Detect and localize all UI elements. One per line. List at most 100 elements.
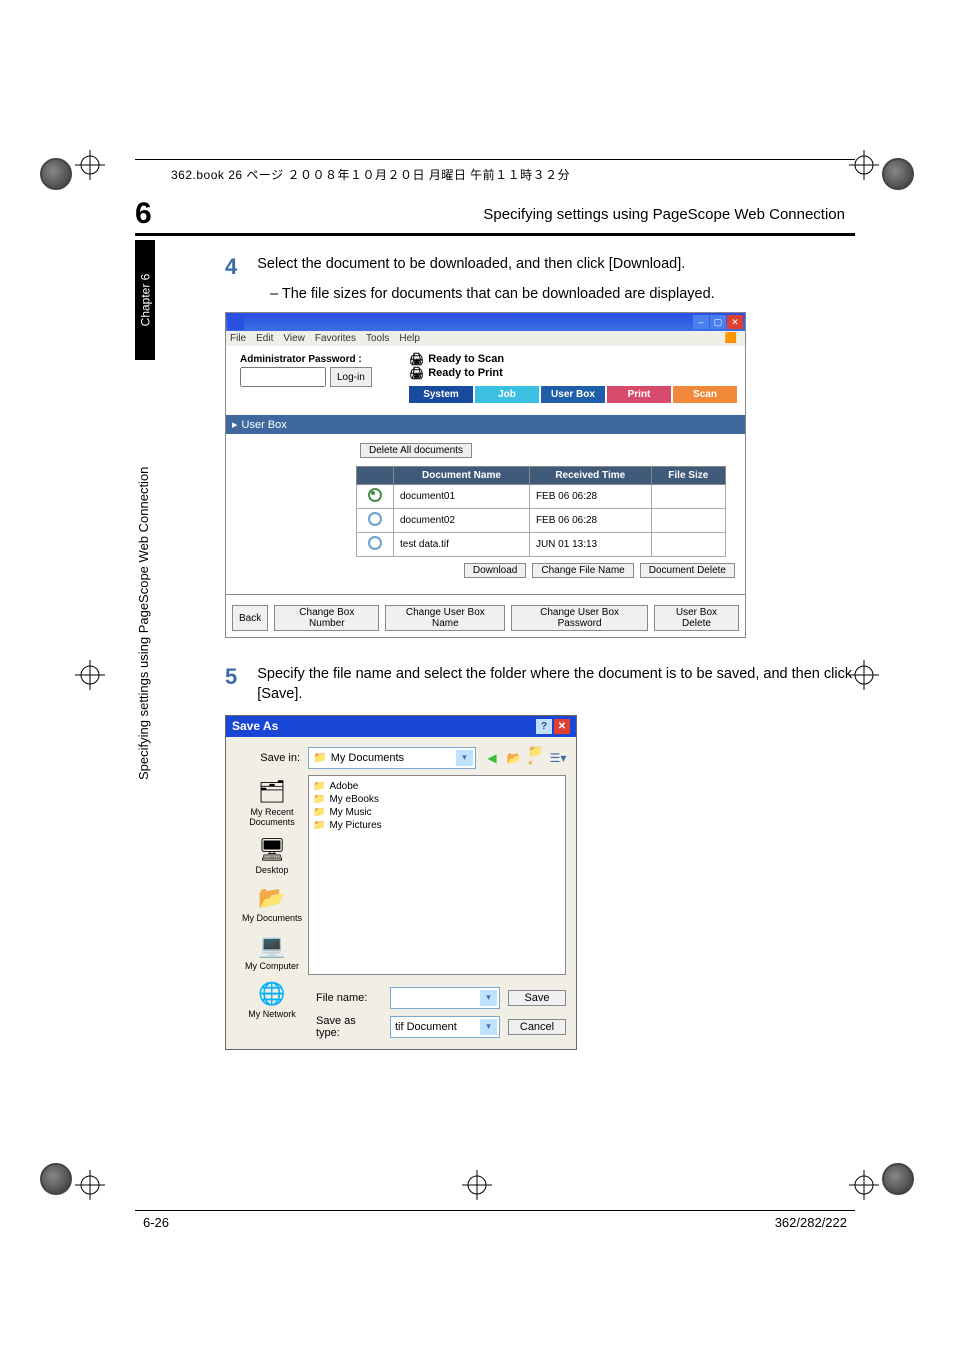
menu-help[interactable]: Help [399, 333, 420, 344]
doc-size [651, 509, 725, 533]
menu-favorites[interactable]: Favorites [315, 333, 356, 344]
doc-name: document01 [394, 485, 530, 509]
folder-name: My Music [329, 807, 371, 818]
table-row[interactable]: document02 FEB 06 06:28 [357, 509, 726, 533]
view-menu-icon[interactable]: ☰▾ [550, 750, 566, 766]
close-button[interactable]: ✕ [727, 315, 743, 329]
list-item[interactable]: 📁 My Pictures [313, 819, 561, 832]
tab-job[interactable]: Job [475, 386, 539, 403]
new-folder-icon[interactable]: 📁* [528, 750, 544, 766]
menu-tools[interactable]: Tools [366, 333, 389, 344]
flag-icon: 🟧 [725, 333, 737, 344]
browser-titlebar: – ▢ ✕ [226, 313, 745, 331]
list-item[interactable]: 📁 Adobe [313, 780, 561, 793]
places-label: My Computer [245, 961, 299, 971]
download-button[interactable]: Download [464, 563, 526, 578]
crop-ball [40, 1163, 72, 1195]
maximize-button[interactable]: ▢ [710, 315, 726, 329]
chevron-down-icon[interactable]: ▾ [480, 1019, 497, 1035]
crop-ball [882, 1163, 914, 1195]
document-delete-button[interactable]: Document Delete [640, 563, 735, 578]
tab-print[interactable]: Print [607, 386, 671, 403]
admin-password-input[interactable] [240, 367, 326, 387]
step-sub-4: – The file sizes for documents that can … [270, 286, 855, 302]
cancel-button[interactable]: Cancel [508, 1019, 566, 1035]
back-button[interactable]: Back [232, 605, 268, 631]
crop-ball [40, 158, 72, 190]
folder-icon: 📁 [313, 820, 325, 831]
table-row[interactable]: test data.tif JUN 01 13:13 [357, 533, 726, 557]
folder-icon: 📁 [313, 781, 325, 792]
tab-user-box[interactable]: User Box [541, 386, 605, 403]
sidebar-userbox-label: User Box [242, 419, 287, 431]
file-name-input[interactable]: ▾ [390, 987, 500, 1009]
tab-scan[interactable]: Scan [673, 386, 737, 403]
folder-name: Adobe [329, 781, 358, 792]
file-list[interactable]: 📁 Adobe 📁My eBooks 📁 My Music 📁 My Pictures [308, 775, 566, 975]
status-scan: Ready to Scan [428, 353, 504, 365]
up-folder-icon[interactable]: 📂 [506, 750, 522, 766]
user-box-delete-button[interactable]: User Box Delete [654, 605, 739, 631]
radio-icon[interactable] [368, 536, 382, 550]
places-label: My Documents [242, 913, 302, 923]
arrow-right-icon: ▸ [232, 419, 238, 431]
menu-view[interactable]: View [283, 333, 305, 344]
save-in-value: My Documents [331, 752, 404, 764]
footer-page-number: 6-26 [143, 1215, 169, 1230]
save-button[interactable]: Save [508, 990, 566, 1006]
browser-menubar: File Edit View Favorites Tools Help 🟧 [226, 331, 745, 346]
file-name-label: File name: [316, 992, 382, 1004]
change-file-name-button[interactable]: Change File Name [532, 563, 633, 578]
places-desktop[interactable]: 🖥Desktop [255, 837, 288, 875]
save-as-type-combo[interactable]: tif Document▾ [390, 1016, 500, 1038]
th-document-name: Document Name [394, 467, 530, 485]
network-icon: 🌐 [258, 981, 285, 1007]
chevron-down-icon[interactable]: ▾ [456, 750, 473, 766]
save-in-combo[interactable]: 📁My Documents ▾ [308, 747, 476, 769]
printer-icon: 🖨 [409, 352, 424, 366]
table-row[interactable]: document01 FEB 06 06:28 [357, 485, 726, 509]
radio-selected-icon[interactable] [368, 488, 382, 502]
menu-edit[interactable]: Edit [256, 333, 273, 344]
change-box-number-button[interactable]: Change Box Number [274, 605, 379, 631]
places-my-documents[interactable]: 📂My Documents [242, 885, 302, 923]
login-button[interactable]: Log-in [330, 367, 372, 387]
ie-icon [228, 314, 244, 330]
dialog-title: Save As [232, 719, 278, 733]
recent-icon: 🗂 [258, 779, 286, 805]
chapter-number: 6 [135, 197, 152, 231]
th-file-size: File Size [651, 467, 725, 485]
folder-name: My eBooks [329, 794, 378, 805]
doc-time: JUN 01 13:13 [529, 533, 651, 557]
doc-size [651, 533, 725, 557]
list-item[interactable]: 📁 My Music [313, 806, 561, 819]
status-print: Ready to Print [428, 367, 503, 379]
book-page-line: 362.book 26 ページ ２００８年１０月２０日 月曜日 午前１１時３２分 [135, 160, 855, 197]
computer-icon: 💻 [258, 933, 285, 959]
tab-system[interactable]: System [409, 386, 473, 403]
doc-name: test data.tif [394, 533, 530, 557]
radio-icon[interactable] [368, 512, 382, 526]
places-label: Desktop [255, 865, 288, 875]
document-table: Document Name Received Time File Size do… [356, 466, 726, 557]
places-label[interactable]: My Network [248, 1009, 296, 1019]
change-user-box-password-button[interactable]: Change User Box Password [511, 605, 648, 631]
crop-ball [882, 158, 914, 190]
delete-all-button[interactable]: Delete All documents [360, 443, 472, 458]
menu-file[interactable]: File [230, 333, 246, 344]
places-my-computer[interactable]: 💻 My Computer [245, 933, 299, 971]
help-button[interactable]: ? [536, 719, 552, 734]
minimize-button[interactable]: – [693, 315, 709, 329]
change-user-box-name-button[interactable]: Change User Box Name [385, 605, 505, 631]
close-button[interactable]: ✕ [554, 719, 570, 734]
crop-mark [75, 660, 105, 690]
places-recent[interactable]: 🗂My Recent Documents [236, 779, 308, 827]
folder-name: My Pictures [329, 820, 381, 831]
doc-size [651, 485, 725, 509]
folder-icon: 📁 [313, 807, 325, 818]
back-icon[interactable]: ◀ [484, 750, 500, 766]
chevron-down-icon[interactable]: ▾ [480, 990, 497, 1006]
footer-model: 362/282/222 [775, 1215, 847, 1230]
page-title: Specifying settings using PageScope Web … [483, 206, 845, 223]
list-item[interactable]: 📁My eBooks [313, 793, 561, 806]
